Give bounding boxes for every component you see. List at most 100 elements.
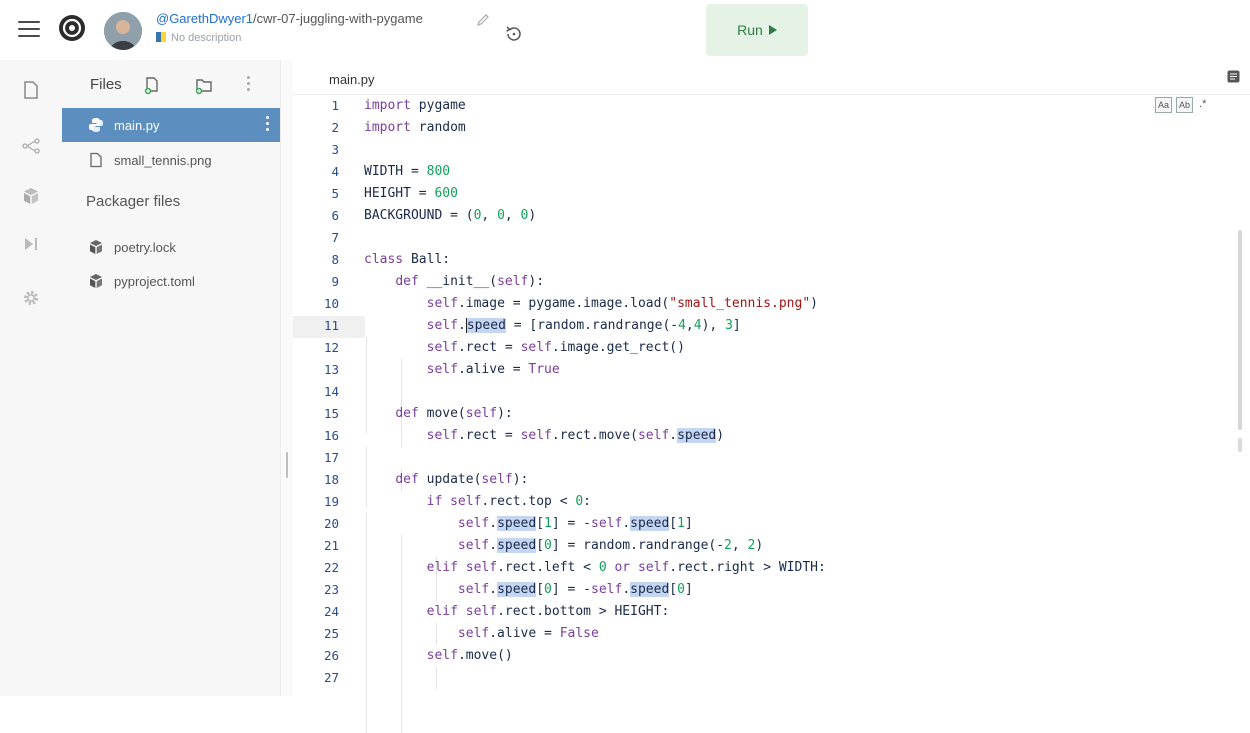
tab-main-py[interactable]: main.py — [329, 72, 375, 87]
repl-owner[interactable]: @GarethDwyer1 — [156, 11, 253, 26]
top-bar: @GarethDwyer1/cwr-07-juggling-with-pygam… — [0, 0, 1250, 60]
add-file-icon[interactable] — [142, 75, 162, 95]
line-number: 7 — [331, 230, 339, 245]
code-line[interactable]: if self.rect.top < 0: — [364, 491, 591, 513]
editor-menu-icon[interactable] — [1227, 70, 1240, 83]
line-number: 13 — [323, 362, 339, 377]
file-item-pyproject-toml[interactable]: pyproject.toml — [62, 264, 280, 298]
line-number: 25 — [323, 626, 339, 641]
file-item-poetry-lock[interactable]: poetry.lock — [62, 230, 280, 264]
repl-slug: /cwr-07-juggling-with-pygame — [253, 11, 423, 26]
whole-word-toggle[interactable]: Ab — [1176, 97, 1194, 113]
file-name: main.py — [114, 117, 160, 133]
line-number: 24 — [323, 604, 339, 619]
code-editor[interactable]: main.py Aa Ab .* 1 2 3 4 5 6 7 8 9 10 11 12 13 14 15 16… — [293, 60, 1250, 733]
panel-resize-handle[interactable] — [280, 60, 294, 696]
line-number: 22 — [323, 560, 339, 575]
packager-files-header: Packager files — [86, 193, 181, 210]
package-icon — [90, 240, 102, 254]
history-icon[interactable] — [504, 24, 524, 44]
code-line[interactable]: import pygame — [364, 95, 466, 117]
code-line[interactable]: self.speed = [random.randrange(-4,4), 3] — [364, 315, 741, 337]
play-icon — [768, 25, 777, 35]
code-line[interactable]: def update(self): — [364, 469, 528, 491]
add-folder-icon[interactable] — [194, 75, 214, 95]
hamburger-menu-icon[interactable] — [18, 21, 40, 37]
code-line[interactable]: self.alive = True — [364, 359, 560, 381]
file-icon — [90, 152, 102, 168]
line-number: 23 — [323, 582, 339, 597]
line-number: 1 — [331, 98, 339, 113]
line-number: 14 — [323, 384, 339, 399]
line-number: 2 — [331, 120, 339, 135]
line-number: 10 — [323, 296, 339, 311]
version-control-icon[interactable] — [21, 136, 41, 156]
line-number: 3 — [331, 142, 339, 157]
run-label: Run — [737, 22, 763, 38]
file-item-small-tennis-png[interactable]: small_tennis.png — [62, 143, 280, 177]
line-number: 4 — [331, 164, 339, 179]
line-number: 12 — [323, 340, 339, 355]
files-icon[interactable] — [21, 80, 41, 100]
run-button[interactable]: Run — [706, 4, 808, 56]
line-number: 16 — [323, 428, 339, 443]
line-number: 27 — [323, 670, 339, 685]
avatar[interactable] — [104, 12, 142, 50]
python-icon — [89, 118, 103, 132]
files-header: Files — [90, 76, 122, 93]
code-line[interactable]: def move(self): — [364, 403, 512, 425]
code-line[interactable]: elif self.rect.left < 0 or self.rect.rig… — [364, 557, 826, 579]
settings-gear-icon[interactable] — [21, 288, 41, 308]
search-options: Aa Ab .* — [1155, 97, 1208, 115]
debugger-icon[interactable] — [21, 234, 41, 254]
packages-icon[interactable] — [21, 186, 41, 206]
code-line[interactable]: self.speed[0] = random.randrange(-2, 2) — [364, 535, 763, 557]
code-line[interactable]: BACKGROUND = (0, 0, 0) — [364, 205, 536, 227]
file-name: pyproject.toml — [114, 273, 195, 289]
files-panel: Files main.py small_tennis.png Packager … — [62, 60, 280, 696]
line-number: 17 — [323, 450, 339, 465]
file-options-icon[interactable] — [266, 116, 270, 134]
vertical-scrollbar[interactable] — [1238, 230, 1242, 430]
code-line[interactable]: self.rect = self.rect.move(self.speed) — [364, 425, 724, 447]
indent-guide — [436, 667, 437, 689]
line-number: 19 — [323, 494, 339, 509]
code-line[interactable]: self.alive = False — [364, 623, 599, 645]
repl-description[interactable]: No description — [156, 32, 241, 44]
file-item-main-py[interactable]: main.py — [62, 108, 280, 142]
code-line[interactable]: import random — [364, 117, 466, 139]
code-line[interactable]: WIDTH = 800 — [364, 161, 450, 183]
line-number: 11 — [323, 318, 339, 333]
line-number: 20 — [323, 516, 339, 531]
line-number: 26 — [323, 648, 339, 663]
scroll-marker — [1238, 438, 1242, 452]
package-icon — [90, 274, 102, 288]
replit-logo[interactable] — [58, 14, 86, 42]
code-line[interactable]: self.rect = self.image.get_rect() — [364, 337, 685, 359]
line-number: 18 — [323, 472, 339, 487]
python-icon — [156, 32, 166, 42]
code-line[interactable]: self.move() — [364, 645, 513, 667]
code-line[interactable]: class Ball: — [364, 249, 450, 271]
code-line[interactable]: def __init__(self): — [364, 271, 544, 293]
code-line[interactable]: elif self.rect.bottom > HEIGHT: — [364, 601, 670, 623]
repl-title[interactable]: @GarethDwyer1/cwr-07-juggling-with-pygam… — [156, 11, 423, 26]
line-number: 15 — [323, 406, 339, 421]
code-line[interactable]: self.speed[1] = -self.speed[1] — [364, 513, 693, 535]
file-name: poetry.lock — [114, 239, 176, 255]
description-text: No description — [171, 32, 242, 44]
line-number: 8 — [331, 252, 339, 267]
line-number: 21 — [323, 538, 339, 553]
files-more-icon[interactable] — [247, 76, 251, 94]
line-number: 9 — [331, 274, 339, 289]
match-case-toggle[interactable]: Aa — [1155, 97, 1173, 113]
code-line[interactable]: self.image = pygame.image.load("small_te… — [364, 293, 818, 315]
code-line[interactable]: self.speed[0] = -self.speed[0] — [364, 579, 693, 601]
pencil-icon[interactable] — [476, 13, 490, 27]
line-number: 5 — [331, 186, 339, 201]
line-number: 6 — [331, 208, 339, 223]
left-rail — [0, 60, 63, 696]
code-line[interactable]: HEIGHT = 600 — [364, 183, 458, 205]
file-name: small_tennis.png — [114, 152, 212, 168]
regex-toggle[interactable]: .* — [1197, 97, 1208, 111]
